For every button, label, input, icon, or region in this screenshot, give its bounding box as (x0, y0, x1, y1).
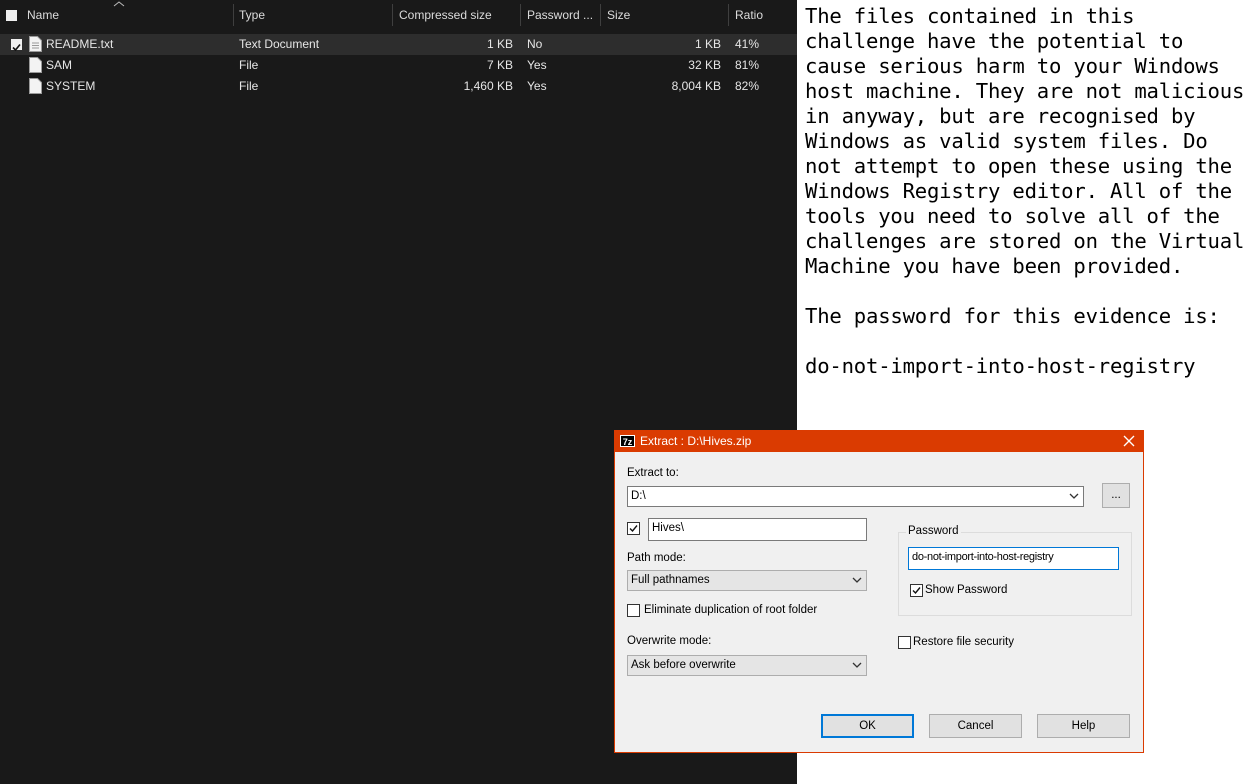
file-ratio: 41% (735, 37, 760, 51)
file-name: SAM (46, 58, 73, 72)
column-divider[interactable] (520, 4, 521, 26)
file-name: SYSTEM (46, 79, 96, 93)
path-mode-value: Full pathnames (631, 574, 710, 586)
extract-to-label: Extract to: (627, 467, 679, 479)
file-compressed-size: 7 KB (486, 58, 513, 72)
extract-to-combobox[interactable]: D:\ (627, 486, 1084, 507)
checkmark-icon (12, 43, 21, 52)
file-icon (29, 57, 42, 73)
file-type: File (239, 79, 259, 93)
file-name: README.txt (46, 37, 114, 51)
file-password-flag: Yes (527, 58, 547, 72)
password-input[interactable]: do-not-import-into-host-registry (908, 547, 1119, 570)
file-password-flag: No (527, 37, 543, 51)
eliminate-duplication-checkbox[interactable] (627, 604, 640, 617)
checkmark-icon (629, 525, 638, 533)
dialog-titlebar[interactable]: 7z Extract : D:\Hives.zip (615, 431, 1143, 452)
file-row[interactable]: README.txt Text Document 1 KB No 1 KB 41… (0, 34, 797, 55)
password-group-label: Password (906, 525, 961, 537)
close-button[interactable] (1115, 431, 1143, 452)
file-size: 1 KB (694, 37, 721, 51)
cancel-button[interactable]: Cancel (929, 714, 1022, 738)
readme-text: The files contained in this challenge ha… (805, 4, 1244, 378)
file-size: 8,004 KB (671, 79, 721, 93)
chevron-down-icon (852, 662, 862, 668)
overwrite-mode-value: Ask before overwrite (631, 659, 736, 671)
subfolder-input[interactable]: Hives\ (648, 518, 867, 541)
file-ratio: 82% (735, 79, 760, 93)
column-size-header[interactable]: Size (607, 0, 630, 30)
restore-security-checkbox[interactable] (898, 636, 911, 649)
subfolder-checkbox[interactable] (627, 522, 640, 535)
column-ratio-header[interactable]: Ratio (735, 0, 763, 30)
close-icon (1123, 435, 1135, 447)
text-file-icon (29, 36, 42, 52)
file-icon (29, 78, 42, 94)
overwrite-mode-select[interactable]: Ask before overwrite (627, 655, 867, 676)
file-compressed-size: 1,460 KB (463, 79, 513, 93)
eliminate-duplication-label: Eliminate duplication of root folder (644, 604, 818, 616)
dialog-title: Extract : D:\Hives.zip (640, 434, 752, 448)
show-password-checkbox[interactable] (910, 584, 923, 597)
password-group (898, 532, 1132, 616)
file-row[interactable]: SYSTEM File 1,460 KB Yes 8,004 KB 82% (0, 76, 797, 97)
extract-to-value: D:\ (631, 490, 646, 502)
column-divider[interactable] (728, 4, 729, 26)
file-password-flag: Yes (527, 79, 547, 93)
overwrite-mode-label: Overwrite mode: (627, 635, 712, 647)
column-password-header[interactable]: Password ... (527, 0, 593, 30)
chevron-down-icon (852, 577, 862, 583)
column-name-header[interactable]: Name (27, 0, 59, 30)
file-compressed-size: 1 KB (486, 37, 513, 51)
path-mode-select[interactable]: Full pathnames (627, 570, 867, 591)
restore-security-label: Restore file security (913, 636, 1014, 648)
file-row[interactable]: SAM File 7 KB Yes 32 KB 81% (0, 55, 797, 76)
ok-button[interactable]: OK (821, 714, 914, 738)
file-ratio: 81% (735, 58, 760, 72)
column-type-header[interactable]: Type (239, 0, 265, 30)
browse-button[interactable]: ... (1102, 483, 1130, 508)
file-type: File (239, 58, 259, 72)
file-type: Text Document (239, 37, 320, 51)
sort-ascending-icon (113, 1, 125, 7)
column-divider[interactable] (233, 4, 234, 26)
file-size: 32 KB (688, 58, 721, 72)
column-compressed-header[interactable]: Compressed size (399, 0, 492, 30)
checkmark-icon (912, 587, 921, 595)
column-divider[interactable] (392, 4, 393, 26)
path-mode-label: Path mode: (627, 552, 686, 564)
7zip-icon: 7z (620, 435, 635, 447)
help-button[interactable]: Help (1037, 714, 1130, 738)
chevron-down-icon (1069, 493, 1079, 499)
show-password-label: Show Password (925, 584, 1008, 596)
extract-dialog: 7z Extract : D:\Hives.zip Extract to: D:… (614, 430, 1144, 753)
column-header-row: Name Type Compressed size Password ... S… (0, 0, 797, 30)
column-divider[interactable] (600, 4, 601, 26)
select-all-checkbox[interactable] (6, 10, 17, 21)
row-checkbox-checked[interactable] (11, 39, 22, 52)
